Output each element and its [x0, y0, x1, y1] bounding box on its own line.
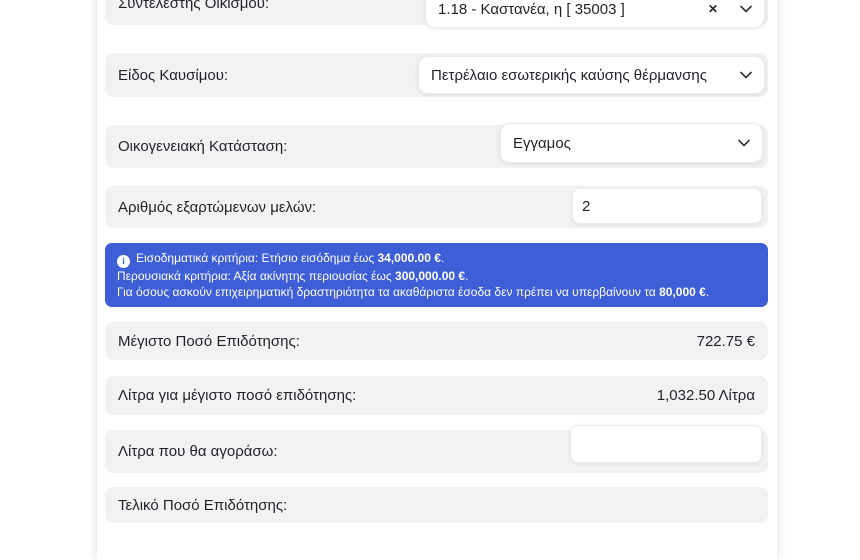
chevron-down-icon[interactable]: [740, 71, 752, 79]
fuel-type-select[interactable]: Πετρέλαιο εσωτερικής καύσης θέρμανσης: [418, 56, 765, 94]
family-status-value: Εγγαμος: [513, 135, 571, 152]
property-criteria-line: Περουσιακά κριτήρια: Αξία ακίνητης περιο…: [117, 268, 756, 285]
liters-to-buy-label: Λίτρα που θα αγοράσω:: [118, 443, 278, 460]
settlement-coefficient-value: 1.18 - Καστανέα, η [ 35003 ]: [438, 1, 625, 18]
criteria-info-box: iΕισοδηματικά κριτήρια: Ετήσιο εισόδημα …: [105, 243, 768, 307]
clear-icon[interactable]: ✕: [704, 2, 722, 16]
chevron-down-icon[interactable]: [740, 5, 752, 13]
dependent-members-input[interactable]: [572, 188, 762, 224]
final-subsidy-label: Τελικό Ποσό Επιδότησης:: [118, 497, 287, 514]
liters-max-label: Λίτρα για μέγιστο ποσό επιδότησης:: [118, 387, 356, 404]
income-criteria-line: iΕισοδηματικά κριτήρια: Ετήσιο εισόδημα …: [117, 250, 756, 268]
row-max-subsidy-amount: Μέγιστο Ποσό Επιδότησης: 722.75 €: [105, 322, 768, 360]
chevron-down-icon[interactable]: [738, 139, 750, 147]
settlement-coefficient-label: Συντελεστής Οικισμού:: [118, 0, 269, 12]
liters-to-buy-input[interactable]: [570, 425, 762, 463]
family-status-label: Οικογενειακή Κατάσταση:: [118, 138, 287, 155]
fuel-type-label: Είδος Καυσίμου:: [118, 67, 228, 84]
liters-max-value: 1,032.50 Λίτρα: [657, 387, 755, 404]
max-subsidy-value: 722.75 €: [697, 333, 755, 350]
max-subsidy-label: Μέγιστο Ποσό Επιδότησης:: [118, 333, 300, 350]
row-final-subsidy-amount: Τελικό Ποσό Επιδότησης:: [105, 487, 768, 523]
dependent-members-label: Αριθμός εξαρτώμενων μελών:: [118, 199, 316, 216]
info-icon: i: [117, 255, 130, 268]
business-criteria-line: Για όσους ασκούν επιχειρηματική δραστηρι…: [117, 284, 756, 301]
row-liters-for-max-subsidy: Λίτρα για μέγιστο ποσό επιδότησης: 1,032…: [105, 376, 768, 415]
fuel-type-value: Πετρέλαιο εσωτερικής καύσης θέρμανσης: [431, 67, 707, 84]
family-status-select[interactable]: Εγγαμος: [500, 123, 763, 163]
heating-allowance-calculator-card: Συντελεστής Οικισμού: 1.18 - Καστανέα, η…: [97, 0, 777, 560]
settlement-coefficient-combobox[interactable]: 1.18 - Καστανέα, η [ 35003 ] ✕: [425, 0, 765, 28]
